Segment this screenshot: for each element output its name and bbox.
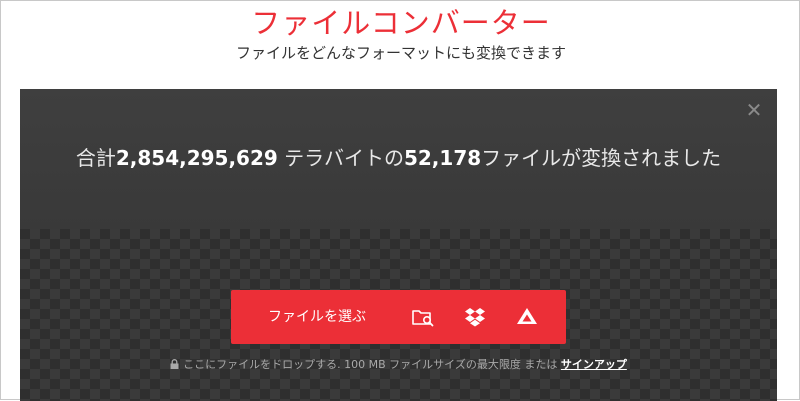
- page-title: ファイルコンバーター: [251, 6, 551, 40]
- page-subtitle: ファイルをどんなフォーマットにも変換できます: [235, 44, 566, 62]
- stats-suffix: ファイルが変換されました: [481, 146, 722, 170]
- choose-file-button[interactable]: ファイルを選ぶ: [231, 290, 403, 344]
- upload-bar: ファイルを選ぶ: [231, 290, 566, 344]
- signup-link[interactable]: サインアップ: [561, 358, 627, 371]
- close-icon[interactable]: ✕: [743, 99, 765, 121]
- dropbox-icon[interactable]: [463, 305, 487, 329]
- upload-limit-note: ここにファイルをドロップする. 100 MB ファイルサイズの最大限度 または …: [20, 357, 777, 373]
- stats-prefix: 合計: [75, 146, 116, 170]
- lock-icon: [170, 359, 179, 369]
- folder-search-icon[interactable]: [411, 305, 435, 329]
- stats-files: 52,178: [403, 146, 482, 170]
- upload-limit-text: ここにファイルをドロップする. 100 MB ファイルサイズの最大限度 または: [183, 358, 558, 371]
- stats-middle: テラバイトの: [277, 146, 404, 170]
- stats-terabytes: 2,854,295,629: [115, 146, 278, 170]
- conversion-stats: 合計2,854,295,629 テラバイトの52,178ファイルが変換されました: [20, 145, 777, 171]
- converter-panel: ✕ 合計2,854,295,629 テラバイトの52,178ファイルが変換されま…: [20, 89, 777, 401]
- google-drive-icon[interactable]: [515, 305, 539, 329]
